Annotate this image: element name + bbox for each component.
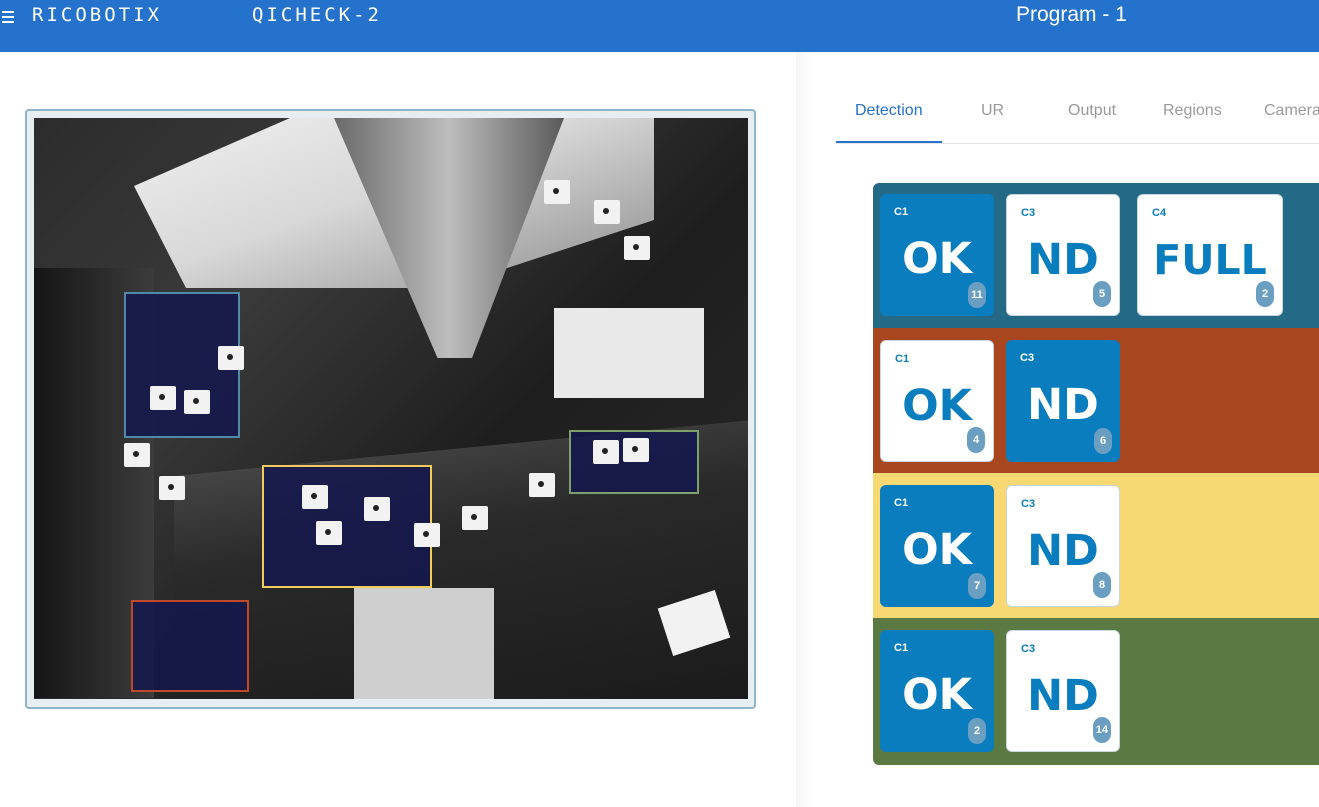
tile-class-label: C3 xyxy=(1021,207,1036,219)
tile-status: ND xyxy=(1027,671,1099,721)
tile-class-label: C4 xyxy=(1152,207,1167,219)
result-tile[interactable]: C3 ND 6 xyxy=(1006,340,1120,462)
result-tile[interactable]: C1 OK 11 xyxy=(880,194,994,316)
tile-count-badge: 2 xyxy=(968,718,986,744)
results-row-region-yellow: C1 OK 7 C3 ND 8 xyxy=(873,473,1319,618)
camera-view[interactable] xyxy=(34,118,748,699)
results-row-region-green: C1 OK 2 C3 ND 14 xyxy=(873,618,1319,765)
result-tile[interactable]: C3 ND 14 xyxy=(1006,630,1120,752)
tab-detection[interactable]: Detection xyxy=(855,102,923,120)
scene-plate xyxy=(554,308,704,398)
tile-class-label: C3 xyxy=(1021,643,1036,655)
top-bar: RICOBOTIX QICHECK-2 Program - 1 xyxy=(0,0,1319,52)
region-piece xyxy=(623,438,649,462)
tile-status: OK xyxy=(902,525,972,575)
tile-status: OK xyxy=(902,381,972,431)
tab-bar: Detection UR Output Regions Camera xyxy=(836,90,1319,144)
tile-class-label: C3 xyxy=(1020,352,1035,364)
scene-piece xyxy=(529,473,555,497)
region-green[interactable] xyxy=(569,430,699,494)
tab-regions[interactable]: Regions xyxy=(1163,102,1222,120)
scene-piece xyxy=(624,236,650,260)
results-row-region-blue: C1 OK 11 C3 ND 5 C4 FULL 2 xyxy=(873,183,1319,328)
program-title: Program - 1 xyxy=(1016,3,1127,26)
region-piece xyxy=(593,440,619,464)
tile-count-badge: 7 xyxy=(968,573,986,599)
result-tile[interactable]: C3 ND 8 xyxy=(1006,485,1120,607)
result-tile[interactable]: C1 OK 7 xyxy=(880,485,994,607)
tile-count-badge: 14 xyxy=(1092,717,1111,743)
menu-icon[interactable] xyxy=(0,10,20,24)
tab-camera[interactable]: Camera xyxy=(1264,102,1319,120)
tile-count-badge: 6 xyxy=(1094,428,1112,454)
tab-output[interactable]: Output xyxy=(1068,102,1116,120)
result-tile[interactable]: C1 OK 2 xyxy=(880,630,994,752)
product-name: QICHECK-2 xyxy=(252,4,382,26)
region-red[interactable] xyxy=(131,600,249,692)
region-piece xyxy=(364,497,390,521)
scene-piece xyxy=(462,506,488,530)
tile-class-label: C1 xyxy=(895,353,910,365)
tile-count-badge: 5 xyxy=(1093,281,1111,307)
pane-divider xyxy=(796,52,814,807)
results-grid: C1 OK 11 C3 ND 5 C4 FULL 2 C1 OK 4 C3 ND… xyxy=(873,183,1319,765)
region-piece xyxy=(316,521,342,545)
scene-piece xyxy=(594,200,620,224)
scene-lower-box xyxy=(354,588,494,699)
tile-status: OK xyxy=(902,234,972,284)
tab-active-indicator xyxy=(836,141,942,143)
tile-status: FULL xyxy=(1153,236,1267,284)
tile-class-label: C3 xyxy=(1021,498,1036,510)
results-row-region-red: C1 OK 4 C3 ND 6 xyxy=(873,328,1319,473)
region-piece xyxy=(218,346,244,370)
tile-status: ND xyxy=(1027,380,1099,430)
brand-logo: RICOBOTIX xyxy=(32,4,162,26)
tab-ur[interactable]: UR xyxy=(981,102,1004,120)
tile-class-label: C1 xyxy=(894,642,909,654)
region-yellow[interactable] xyxy=(262,465,440,588)
tile-class-label: C1 xyxy=(894,497,909,509)
tile-status: OK xyxy=(902,670,972,720)
scene-piece xyxy=(124,443,150,467)
region-piece xyxy=(150,386,176,410)
region-piece xyxy=(184,390,210,414)
tile-count-badge: 8 xyxy=(1093,572,1111,598)
tile-class-label: C1 xyxy=(894,206,909,218)
scene-piece xyxy=(544,180,570,204)
tile-status: ND xyxy=(1027,526,1099,576)
tile-status: ND xyxy=(1027,235,1099,285)
tile-count-badge: 4 xyxy=(967,427,985,453)
tile-count-badge: 2 xyxy=(1256,281,1274,307)
region-blue[interactable] xyxy=(124,292,244,438)
result-tile[interactable]: C4 FULL 2 xyxy=(1137,194,1283,316)
tile-count-badge: 11 xyxy=(968,282,986,308)
region-piece xyxy=(414,523,440,547)
region-piece xyxy=(302,485,328,509)
result-tile[interactable]: C3 ND 5 xyxy=(1006,194,1120,316)
result-tile[interactable]: C1 OK 4 xyxy=(880,340,994,462)
scene-piece xyxy=(159,476,185,500)
